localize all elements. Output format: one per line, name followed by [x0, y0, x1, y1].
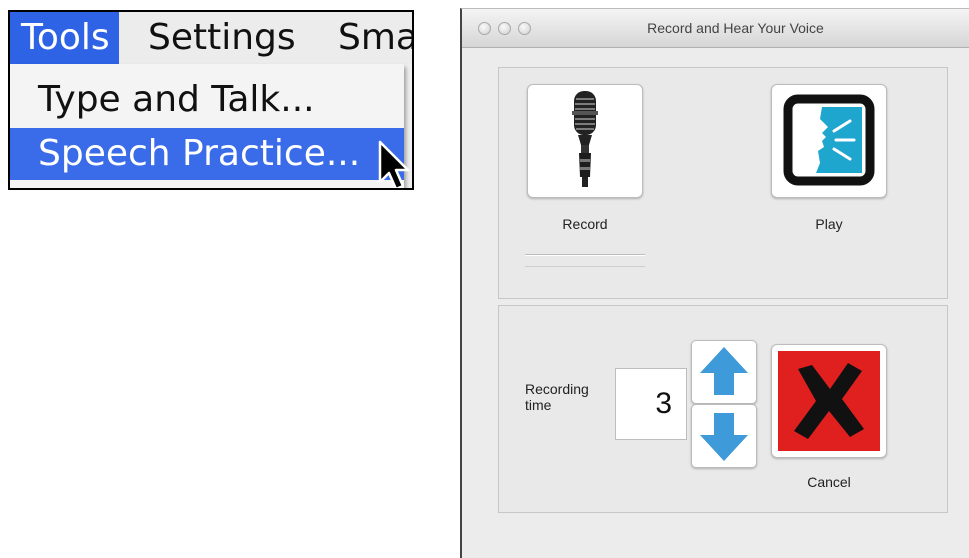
menu-item-speech-practice[interactable]: Speech Practice... — [10, 128, 404, 180]
increase-time-button[interactable] — [691, 340, 757, 404]
tools-dropdown: Type and Talk... Speech Practice... — [10, 64, 404, 188]
recording-time-panel: Recording time 3 Cancel — [498, 305, 948, 513]
recording-level-meter — [525, 254, 645, 274]
cancel-button[interactable] — [771, 344, 887, 458]
recording-time-field[interactable]: 3 — [615, 368, 687, 440]
microphone-icon — [572, 91, 598, 187]
mouse-pointer-icon — [378, 140, 410, 188]
menu-settings[interactable]: Settings — [148, 12, 296, 64]
recording-time-label: Recording time — [525, 381, 589, 413]
record-label: Record — [562, 216, 608, 232]
decrease-time-button[interactable] — [691, 404, 757, 468]
cancel-label: Cancel — [807, 474, 851, 490]
record-play-panel: Record Play — [498, 67, 948, 299]
cancel-x-icon — [778, 351, 880, 451]
titlebar: Record and Hear Your Voice — [462, 9, 969, 48]
menubar: Tools Settings Sma — [10, 12, 412, 64]
play-button[interactable] — [771, 84, 887, 198]
menu-sma[interactable]: Sma — [338, 12, 412, 64]
window-title: Record and Hear Your Voice — [647, 20, 824, 36]
arrow-up-icon — [700, 347, 748, 395]
arrow-down-icon — [700, 413, 748, 461]
menu-item-type-and-talk[interactable]: Type and Talk... — [10, 74, 404, 126]
menu-tools[interactable]: Tools — [10, 12, 119, 64]
menu-screenshot: Tools Settings Sma Type and Talk... Spee… — [8, 10, 414, 190]
record-button[interactable] — [527, 84, 643, 198]
play-label: Play — [815, 216, 843, 232]
record-dialog: Record and Hear Your Voice Record Play R… — [460, 8, 969, 558]
play-speech-icon — [783, 94, 875, 186]
